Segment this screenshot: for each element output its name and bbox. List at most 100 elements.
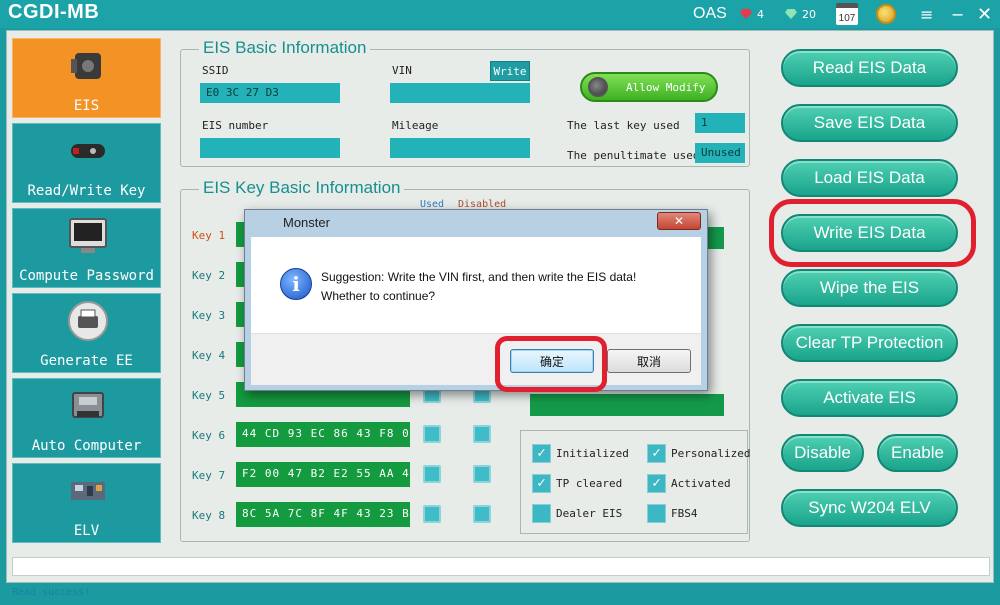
sidebar-item-elv[interactable]: ELV — [12, 463, 161, 543]
key-label: Key 7 — [192, 469, 226, 482]
key-label: Key 4 — [192, 349, 226, 362]
key-value-field[interactable]: 44 CD 93 EC 86 43 F8 08 — [236, 422, 410, 447]
tp-cleared-checkbox[interactable]: ✓ TP cleared — [532, 474, 622, 493]
dealer-eis-checkbox[interactable]: Dealer EIS — [532, 504, 622, 523]
ok-button[interactable]: 确定 — [510, 349, 594, 373]
enable-button[interactable]: Enable — [877, 434, 958, 472]
dialog-body: i Suggestion: Write the VIN first, and t… — [251, 237, 701, 333]
key-label: Key 5 — [192, 389, 226, 402]
sidebar-item-label: Generate EE — [40, 353, 133, 369]
clear-tp-protection-button[interactable]: Clear TP Protection — [781, 324, 958, 362]
key-used-checkbox[interactable] — [423, 465, 441, 483]
eis-module-icon — [71, 53, 101, 79]
sidebar-item-label: Auto Computer — [31, 438, 142, 454]
empty-checkbox-icon — [647, 504, 666, 523]
minimize-icon[interactable]: − — [951, 0, 964, 28]
key-disabled-checkbox[interactable] — [473, 505, 491, 523]
allow-modify-label: Allow Modify — [626, 80, 706, 94]
sidebar-item-generate-ee[interactable]: Generate EE — [12, 293, 161, 373]
red-gem-counter[interactable]: 4 — [740, 0, 764, 28]
menu-icon[interactable]: ≡ — [920, 0, 933, 28]
vin-write-button[interactable]: Write — [490, 61, 530, 81]
activate-eis-button[interactable]: Activate EIS — [781, 379, 958, 417]
sync-w204-elv-button[interactable]: Sync W204 ELV — [781, 489, 958, 527]
checkbox-label: Dealer EIS — [556, 507, 623, 520]
penultimate-field: Unused — [695, 143, 745, 163]
sidebar-item-label: Read/Write Key — [27, 183, 146, 199]
checkbox-label: Activated — [671, 477, 731, 490]
read-eis-data-button[interactable]: Read EIS Data — [781, 49, 958, 87]
key-value-field[interactable]: 8C 5A 7C 8F 4F 43 23 B0 — [236, 502, 410, 527]
info-icon: i — [280, 268, 312, 300]
checkbox-label: TP cleared — [556, 477, 623, 490]
disable-button[interactable]: Disable — [781, 434, 864, 472]
key-used-checkbox[interactable] — [423, 505, 441, 523]
computer-icon — [69, 218, 107, 253]
key-disabled-checkbox[interactable] — [473, 465, 491, 483]
mileage-field[interactable] — [390, 138, 530, 158]
close-icon[interactable]: ✕ — [977, 0, 992, 28]
vin-field[interactable] — [390, 83, 530, 103]
key-label: Key 8 — [192, 509, 226, 522]
penultimate-label: The penultimate used — [567, 149, 700, 162]
checkmark-icon: ✓ — [532, 444, 551, 463]
checkmark-icon: ✓ — [647, 474, 666, 493]
checkbox-label: FBS4 — [671, 507, 698, 520]
dialog-title: Monster — [283, 215, 330, 230]
last-key-field: 1 — [695, 113, 745, 133]
key-label: Key 3 — [192, 309, 226, 322]
ecu-icon — [72, 392, 104, 418]
calendar-button[interactable]: 107 — [836, 0, 858, 28]
status-message: Read success! — [12, 587, 91, 598]
checkmark-icon: ✓ — [532, 474, 551, 493]
checkbox-label: Initialized — [556, 447, 629, 460]
eis-number-label: EIS number — [202, 119, 269, 132]
progress-bar — [12, 557, 990, 576]
medal-icon — [876, 4, 896, 24]
sidebar-item-read-write-key[interactable]: Read/Write Key — [12, 123, 161, 203]
sidebar-item-auto-computer[interactable]: Auto Computer — [12, 378, 161, 458]
calendar-day: 107 — [838, 13, 856, 24]
car-key-icon — [71, 144, 105, 158]
ssid-field[interactable]: E0 3C 27 D3 — [200, 83, 340, 103]
key-label: Key 2 — [192, 269, 226, 282]
key-label: Key 6 — [192, 429, 226, 442]
oas-label[interactable]: OAS — [693, 0, 727, 28]
empty-checkbox-icon — [532, 504, 551, 523]
checkmark-icon: ✓ — [647, 444, 666, 463]
green-gem-icon — [785, 9, 797, 19]
initialized-checkbox[interactable]: ✓ Initialized — [532, 444, 629, 463]
eis-basic-info-title: EIS Basic Information — [199, 38, 371, 58]
dialog-close-icon[interactable]: ✕ — [657, 212, 701, 230]
sidebar-item-label: EIS — [73, 98, 100, 114]
dialog-message-line1: Suggestion: Write the VIN first, and the… — [321, 270, 637, 284]
ssid-label: SSID — [202, 64, 229, 77]
dialog-message-line2: Whether to continue? — [321, 289, 436, 303]
last-key-label: The last key used — [567, 119, 680, 132]
key-used-checkbox[interactable] — [423, 425, 441, 443]
medal-button[interactable] — [876, 0, 896, 28]
sidebar-item-compute-password[interactable]: Compute Password — [12, 208, 161, 288]
fbs4-checkbox[interactable]: FBS4 — [647, 504, 698, 523]
wipe-eis-button[interactable]: Wipe the EIS — [781, 269, 958, 307]
cancel-button[interactable]: 取消 — [607, 349, 691, 373]
green-gem-counter[interactable]: 20 — [785, 0, 816, 28]
personalized-checkbox[interactable]: ✓ Personalized — [647, 444, 750, 463]
circuit-board-icon — [71, 482, 105, 500]
green-gem-count: 20 — [802, 7, 816, 21]
key-label: Key 1 — [192, 229, 226, 242]
eis-number-field[interactable] — [200, 138, 340, 158]
red-gem-count: 4 — [757, 7, 764, 21]
allow-modify-toggle[interactable]: Allow Modify — [580, 72, 718, 102]
key-disabled-checkbox[interactable] — [473, 425, 491, 443]
activated-checkbox[interactable]: ✓ Activated — [647, 474, 731, 493]
write-eis-data-button[interactable]: Write EIS Data — [781, 214, 958, 252]
eis-key-info-title: EIS Key Basic Information — [199, 178, 405, 198]
printer-icon — [68, 301, 108, 341]
sidebar-item-eis[interactable]: EIS — [12, 38, 161, 118]
load-eis-data-button[interactable]: Load EIS Data — [781, 159, 958, 197]
save-eis-data-button[interactable]: Save EIS Data — [781, 104, 958, 142]
vin-label: VIN — [392, 64, 412, 77]
title-bar: CGDI-MB OAS 4 20 107 ≡ − ✕ — [0, 0, 1000, 28]
key-value-field[interactable]: F2 00 47 B2 E2 55 AA 4D — [236, 462, 410, 487]
